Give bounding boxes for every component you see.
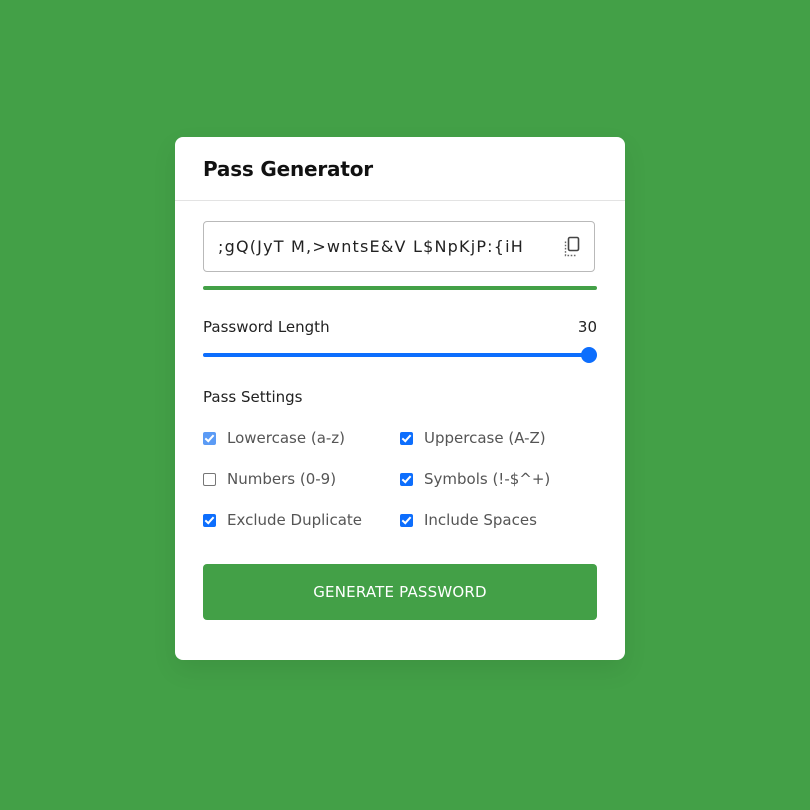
exclude-duplicate-label: Exclude Duplicate	[227, 511, 362, 529]
password-strength-bar	[203, 286, 597, 290]
password-length-label: Password Length	[203, 318, 330, 336]
numbers-checkbox[interactable]	[203, 472, 216, 486]
lowercase-label: Lowercase (a-z)	[227, 429, 346, 447]
pass-settings-label: Pass Settings	[203, 388, 303, 406]
option-lowercase[interactable]: Lowercase (a-z)	[203, 428, 345, 448]
option-include-spaces[interactable]: Include Spaces	[400, 510, 537, 530]
password-display-box	[203, 221, 595, 272]
include-spaces-label: Include Spaces	[424, 511, 537, 529]
password-strength-fill	[203, 286, 597, 290]
app-title: Pass Generator	[203, 157, 373, 181]
exclude-duplicate-checkbox[interactable]	[203, 513, 216, 527]
slider-thumb[interactable]	[581, 347, 597, 363]
symbols-checkbox[interactable]	[400, 472, 413, 486]
generate-password-button[interactable]: GENERATE PASSWORD	[203, 564, 597, 620]
password-length-value: 30	[577, 318, 597, 336]
password-generator-card: Pass Generator Password Length 30 Pass S…	[175, 137, 625, 660]
uppercase-label: Uppercase (A-Z)	[424, 429, 546, 447]
numbers-label: Numbers (0-9)	[227, 470, 337, 488]
copy-icon[interactable]	[562, 236, 582, 258]
password-field[interactable]	[218, 222, 543, 271]
option-symbols[interactable]: Symbols (!-$^+)	[400, 469, 550, 489]
card-header: Pass Generator	[175, 137, 625, 201]
option-exclude-duplicate[interactable]: Exclude Duplicate	[203, 510, 362, 530]
include-spaces-checkbox[interactable]	[400, 513, 413, 527]
uppercase-checkbox[interactable]	[400, 431, 413, 445]
lowercase-checkbox[interactable]	[203, 431, 216, 445]
option-numbers[interactable]: Numbers (0-9)	[203, 469, 336, 489]
slider-fill	[203, 353, 589, 357]
option-uppercase[interactable]: Uppercase (A-Z)	[400, 428, 546, 448]
symbols-label: Symbols (!-$^+)	[424, 470, 551, 488]
password-length-slider[interactable]	[203, 346, 597, 364]
